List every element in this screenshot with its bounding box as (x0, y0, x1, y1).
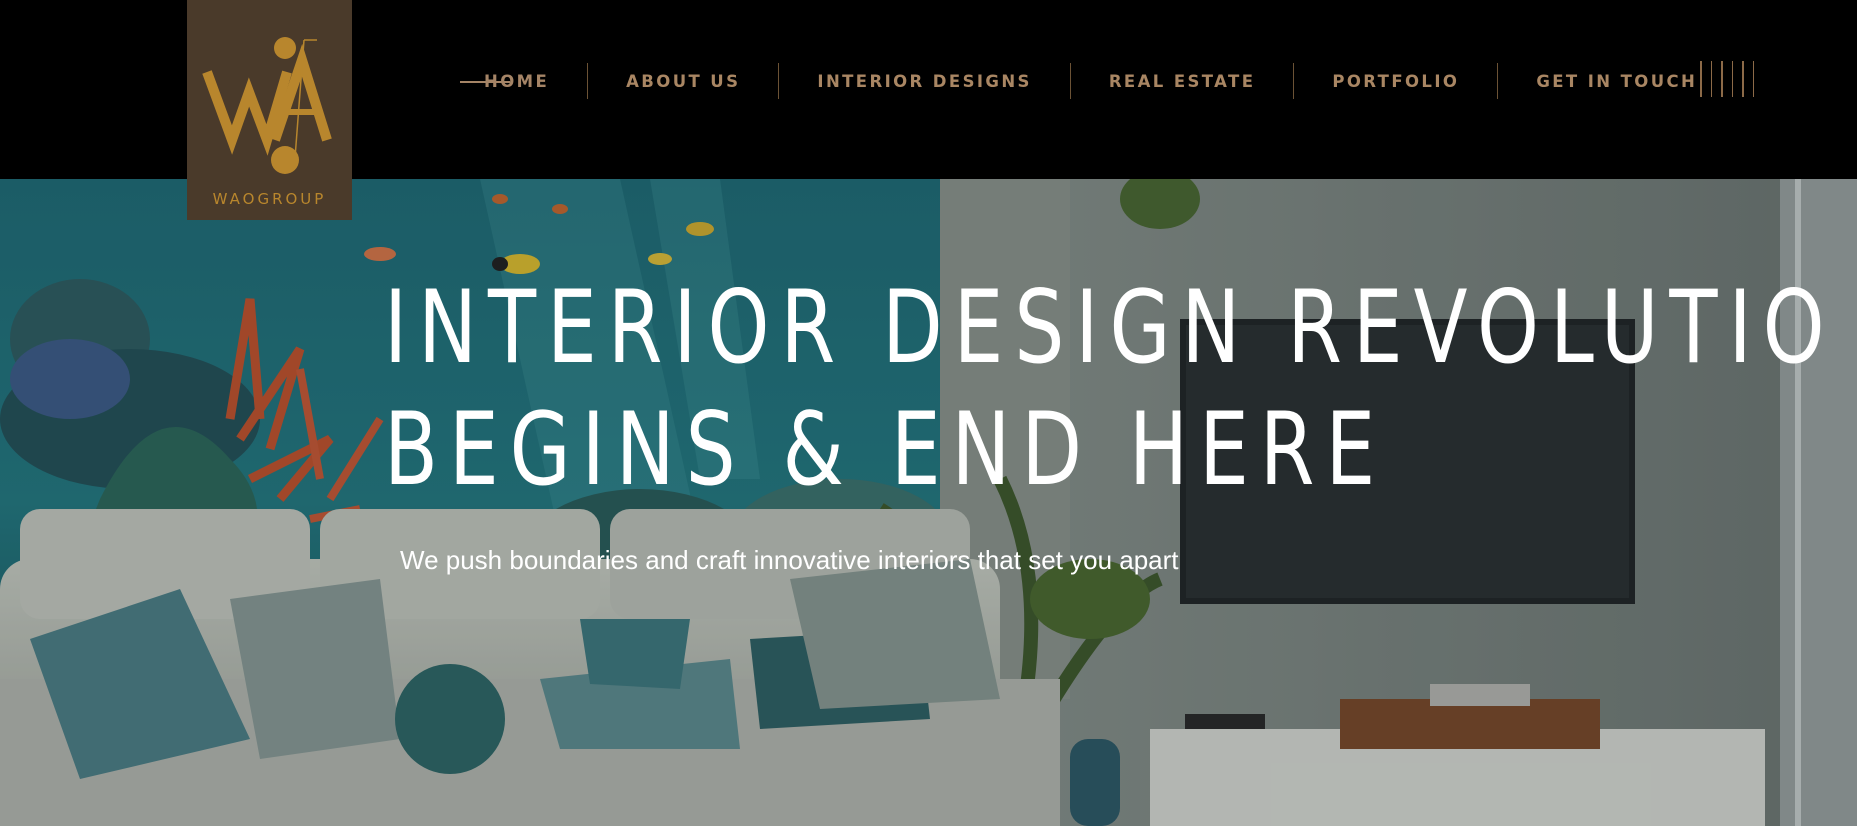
menu-line (1752, 61, 1754, 97)
nav-item-home[interactable]: HOME (460, 72, 549, 91)
menu-line (1731, 61, 1733, 97)
nav-divider (1069, 63, 1071, 99)
menu-line (1742, 61, 1744, 97)
nav-item-portfolio[interactable]: PORTFOLIO (1332, 72, 1459, 91)
vertical-lines-menu-icon[interactable] (1700, 61, 1762, 97)
menu-line (1721, 61, 1723, 97)
hero-heading-line-1: INTERIOR DESIGN REVOLUTIO (384, 268, 1836, 386)
menu-line (1710, 61, 1712, 97)
active-indicator-line (460, 81, 510, 83)
main-nav: HOME ABOUT US INTERIOR DESIGNS REAL ESTA… (460, 62, 1697, 100)
nav-item-about-us[interactable]: ABOUT US (626, 72, 740, 91)
hero-heading-line-2: BEGINS & END HERE (384, 390, 1387, 508)
nav-divider (587, 63, 589, 99)
nav-item-get-in-touch[interactable]: GET IN TOUCH (1536, 72, 1697, 91)
nav-divider (1293, 63, 1295, 99)
menu-line (1700, 61, 1702, 97)
nav-item-real-estate[interactable]: REAL ESTATE (1109, 72, 1256, 91)
hero-heading: INTERIOR DESIGN REVOLUTIO BEGINS & END H… (384, 266, 1836, 510)
nav-divider (778, 63, 780, 99)
nav-divider (1497, 63, 1499, 99)
hero-subtitle: We push boundaries and craft innovative … (400, 545, 1179, 575)
wa-monogram-icon (202, 37, 332, 174)
nav-item-interior-designs[interactable]: INTERIOR DESIGNS (817, 72, 1031, 91)
brand-logo[interactable]: WAOGROUP (187, 0, 352, 220)
logo-wordmark: WAOGROUP (212, 190, 327, 208)
